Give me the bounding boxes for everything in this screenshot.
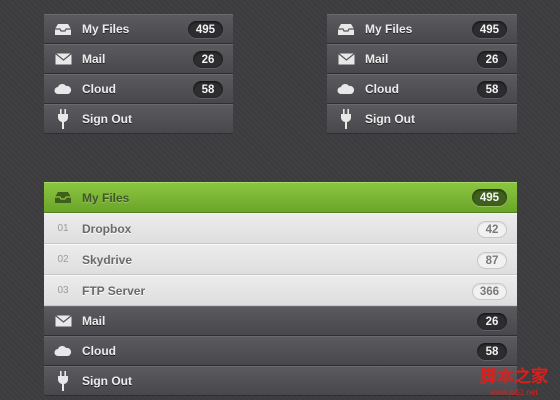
envelope-icon (44, 53, 82, 65)
menu-item-label: Sign Out (82, 374, 132, 388)
count-badge: 26 (477, 313, 507, 330)
menu-item-label: Mail (82, 314, 106, 328)
count-badge: 366 (471, 283, 507, 300)
envelope-icon (44, 315, 82, 327)
submenu-item-number: 03 (57, 285, 69, 296)
watermark-url: www.jb51.net (490, 388, 538, 397)
count-badge: 495 (187, 21, 223, 38)
submenu-item-number: 01 (57, 223, 69, 234)
submenu-item-skydrive[interactable]: 02 Skydrive 87 (44, 244, 517, 275)
cloud-icon (44, 345, 82, 357)
menu-left: My Files 495 Mail 26 Cloud 58 Sign Out (44, 14, 233, 134)
menu-item-mail[interactable]: Mail 26 (44, 44, 233, 74)
submenu-item-label: Dropbox (82, 221, 132, 236)
power-plug-icon (327, 109, 365, 129)
menu-item-label: Sign Out (82, 112, 132, 126)
menu-item-mail[interactable]: Mail 26 (44, 306, 517, 336)
menu-right: My Files 495 Mail 26 Cloud 58 Sign Out (327, 14, 517, 134)
cloud-icon (44, 83, 82, 95)
inbox-tray-icon (44, 191, 82, 204)
inbox-tray-icon (44, 23, 82, 36)
count-badge: 495 (471, 21, 507, 38)
count-badge: 26 (477, 51, 507, 68)
count-badge: 58 (193, 81, 223, 98)
menu-item-sign-out[interactable]: Sign Out (44, 366, 517, 396)
menu-item-label: My Files (82, 190, 130, 205)
count-badge: 87 (477, 252, 507, 269)
inbox-tray-icon (327, 23, 365, 36)
count-badge: 58 (477, 81, 507, 98)
menu-item-cloud[interactable]: Cloud 58 (327, 74, 517, 104)
menu-item-my-files[interactable]: My Files 495 (327, 14, 517, 44)
count-badge: 26 (193, 51, 223, 68)
menu-item-label: Cloud (82, 344, 116, 358)
count-badge: 58 (477, 343, 507, 360)
cloud-icon (327, 83, 365, 95)
menu-item-sign-out[interactable]: Sign Out (327, 104, 517, 134)
menu-expanded: My Files 495 01 Dropbox 42 02 Skydrive 8… (44, 182, 517, 396)
count-badge: 495 (471, 189, 507, 206)
submenu-item-ftp-server[interactable]: 03 FTP Server 366 (44, 275, 517, 306)
menu-item-sign-out[interactable]: Sign Out (44, 104, 233, 134)
menu-item-cloud[interactable]: Cloud 58 (44, 74, 233, 104)
submenu-item-number: 02 (57, 254, 69, 265)
menu-item-label: Sign Out (365, 112, 415, 126)
menu-item-my-files-active[interactable]: My Files 495 (44, 182, 517, 213)
submenu-item-label: Skydrive (82, 252, 133, 267)
menu-item-my-files[interactable]: My Files 495 (44, 14, 233, 44)
submenu-item-label: FTP Server (82, 283, 146, 298)
menu-item-mail[interactable]: Mail 26 (327, 44, 517, 74)
count-badge: 42 (477, 221, 507, 238)
power-plug-icon (44, 371, 82, 391)
submenu-item-dropbox[interactable]: 01 Dropbox 42 (44, 213, 517, 244)
power-plug-icon (44, 109, 82, 129)
envelope-icon (327, 53, 365, 65)
menu-item-cloud[interactable]: Cloud 58 (44, 336, 517, 366)
watermark-logo: 脚本之家 (480, 367, 548, 387)
